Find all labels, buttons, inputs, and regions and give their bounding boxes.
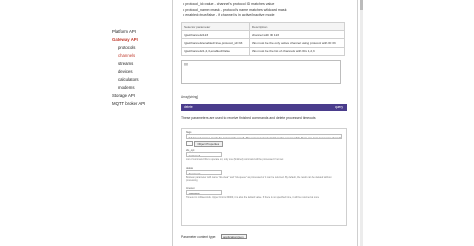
selector-params-table: Selector parameter Description /gw/chann…	[181, 21, 346, 56]
table-row: /gw/channels/enabled=true,protocol_id=33…	[181, 38, 346, 48]
table-row: /gw/channels/123 channel with ID 123	[181, 30, 346, 40]
nav-item-channels[interactable]: channels	[112, 52, 168, 60]
table-header: Description	[248, 21, 346, 32]
parameters-form: flags full-based access mode for command…	[181, 128, 347, 226]
operation-bar[interactable]: delete query	[181, 104, 347, 111]
table-header: Selector parameter	[181, 21, 250, 32]
flags-toggle[interactable]	[186, 141, 193, 146]
scrollbar-thumb[interactable]	[360, 0, 363, 10]
timeout-input[interactable]: 1000000	[186, 190, 222, 195]
nav-item-streams[interactable]: streams	[112, 60, 168, 68]
nav-item-protocols[interactable]: protocols	[112, 44, 168, 52]
page-scrollbar[interactable]	[360, 0, 363, 246]
object-properties-button[interactable]: Object Properties	[194, 140, 223, 148]
content-panel: protocol_id=value - channel's protocol I…	[172, 0, 358, 246]
ids-input[interactable]: (optional)	[186, 152, 222, 157]
flags-input[interactable]: full-based access mode for commands resu…	[186, 134, 342, 139]
timeout-note: Timeout in milliseconds. Upper limit is …	[186, 196, 320, 199]
operation-query-link[interactable]: query	[335, 104, 343, 111]
operation-description: These parameters are used to receive fin…	[181, 116, 316, 120]
response-type-label: Array[string]	[181, 95, 199, 99]
ids-note: List of command IDs to operate on; only …	[186, 158, 284, 161]
nav-item-modems[interactable]: modems	[112, 84, 168, 92]
table-row: /gw/channels/1,2,3,enabled=false this mu…	[181, 46, 346, 56]
nav-item-storage-api[interactable]: Storage API	[112, 92, 168, 100]
list-item: enabled=true/false - if channel is in ac…	[183, 13, 287, 19]
table-cell: this must be the list of channels with I…	[248, 46, 346, 56]
nav-item-devices[interactable]: devices	[112, 68, 168, 76]
table-cell: /gw/channels/enabled=true,protocol_id=33	[181, 38, 250, 48]
content-type-select[interactable]: application/json	[221, 233, 247, 239]
table-cell: /gw/channels/1,2,3,enabled=false	[181, 46, 250, 56]
content-type-label: Parameter content type:	[181, 235, 217, 239]
table-cell: channel with ID 123	[248, 30, 346, 40]
operation-method: delete	[184, 105, 193, 109]
nav-item-calculators[interactable]: calculators	[112, 76, 168, 84]
sidebar-nav: Platform API Gateway API protocols chann…	[112, 28, 168, 108]
table-cell: this must be the only active channel usi…	[248, 38, 346, 48]
delete-note: Boolean parameter with name "ids-clear" …	[186, 176, 332, 183]
nav-item-gateway-api[interactable]: Gateway API	[112, 36, 168, 44]
nav-item-mqtt-broker-api[interactable]: MQTT broker API	[112, 100, 168, 108]
table-cell: /gw/channels/123	[181, 30, 250, 40]
list-item: protocol_id=value - channel's protocol I…	[183, 2, 287, 8]
response-model-box: [{}]	[181, 60, 341, 84]
nav-item-platform-api[interactable]: Platform API	[112, 28, 168, 36]
delete-input[interactable]: (boolean)	[186, 170, 222, 175]
selector-bullet-list: protocol_id=value - channel's protocol I…	[183, 2, 287, 19]
